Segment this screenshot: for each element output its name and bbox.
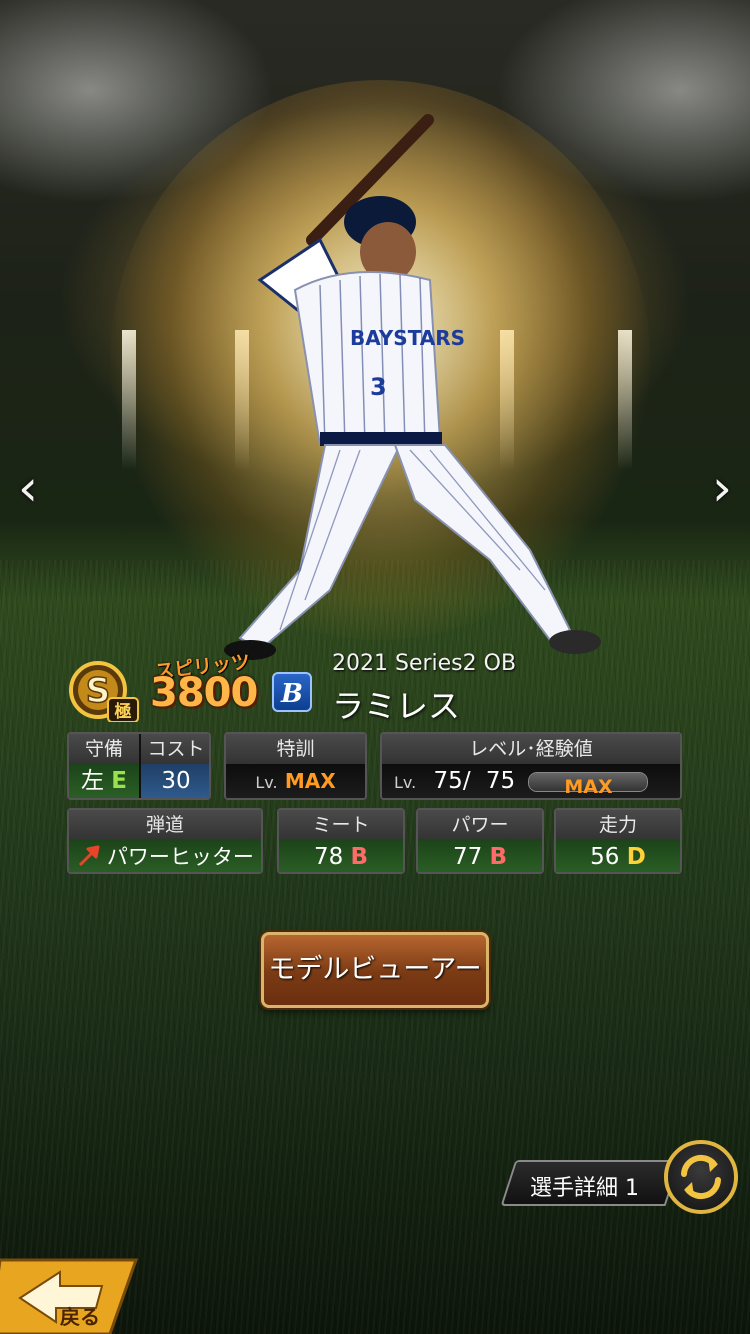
player-illustration: BAYSTARS 3: [224, 114, 601, 660]
cost-value: 30: [141, 764, 209, 798]
card-series: 2021 Series2 OB: [332, 651, 517, 676]
player-card-screen: BAYSTARS 3 ‹ › S 極 スピリッツ 3800 B 2021 Ser…: [0, 0, 750, 1334]
speed-grade: D: [626, 844, 646, 870]
power-panel: パワー 77 B: [416, 808, 544, 874]
defense-position: 左: [80, 768, 104, 794]
model-viewer-button[interactable]: モデルビューアー: [261, 932, 489, 1008]
svg-text:3: 3: [370, 373, 387, 401]
power-number: 77: [452, 844, 483, 870]
trajectory-arrow-icon: [79, 845, 100, 867]
defense-header: 守備: [69, 734, 139, 764]
speed-panel: 走力 56 D: [554, 808, 682, 874]
training-panel: 特訓 Lv. MAX: [224, 732, 367, 800]
trajectory-value: パワーヒッター: [69, 840, 261, 872]
swap-arrows: [681, 1154, 721, 1200]
svg-text:BAYSTARS: BAYSTARS: [350, 326, 465, 350]
trajectory-header: 弾道: [69, 810, 261, 840]
svg-text:極: 極: [115, 701, 132, 722]
level-header: レベル･経験値: [382, 734, 680, 764]
exp-bar-label: MAX: [564, 775, 613, 798]
speed-number: 56: [590, 844, 620, 870]
exp-bar: MAX: [528, 771, 649, 798]
meet-value: 78 B: [279, 840, 403, 872]
defense-grade: E: [111, 768, 128, 794]
player-name: ラミレス: [332, 687, 461, 725]
level-max: 75: [485, 768, 516, 794]
training-header: 特訓: [226, 734, 365, 764]
trajectory-panel: 弾道 パワーヒッター: [67, 808, 263, 874]
cost-header: コスト: [141, 734, 209, 764]
svg-text:S: S: [86, 671, 111, 711]
level-separator: /: [462, 768, 471, 794]
swap-icon[interactable]: [664, 1140, 738, 1214]
power-grade: B: [489, 844, 508, 870]
meet-grade: B: [350, 844, 369, 870]
meet-panel: ミート 78 B: [277, 808, 405, 874]
chevron-left-icon[interactable]: ‹: [8, 458, 48, 518]
training-lv-prefix: Lv.: [255, 773, 278, 792]
rank-s-icon: S 極: [69, 661, 139, 722]
team-logo-icon: B: [272, 672, 312, 712]
power-value: 77 B: [418, 840, 542, 872]
back-label[interactable]: 戻る: [60, 1301, 100, 1330]
spirits-value: 3800: [150, 670, 258, 716]
level-lv-prefix: Lv.: [394, 773, 417, 792]
defense-value: 左 E: [69, 764, 139, 798]
speed-value: 56 D: [556, 840, 680, 872]
level-value: Lv. 75/ 75 MAX: [382, 764, 680, 798]
training-value: Lv. MAX: [226, 764, 365, 798]
level-current: 75: [433, 768, 463, 794]
power-header: パワー: [418, 810, 542, 840]
training-max: MAX: [284, 769, 336, 793]
defense-cost-panel: 守備 コスト 左 E 30: [67, 732, 211, 800]
speed-header: 走力: [556, 810, 680, 840]
chevron-right-icon[interactable]: ›: [702, 458, 742, 518]
level-panel: レベル･経験値 Lv. 75/ 75 MAX: [380, 732, 682, 800]
player-detail-label[interactable]: 選手詳細 1: [530, 1170, 639, 1202]
meet-header: ミート: [279, 810, 403, 840]
meet-number: 78: [313, 844, 344, 870]
trajectory-text: パワーヒッター: [106, 845, 254, 869]
